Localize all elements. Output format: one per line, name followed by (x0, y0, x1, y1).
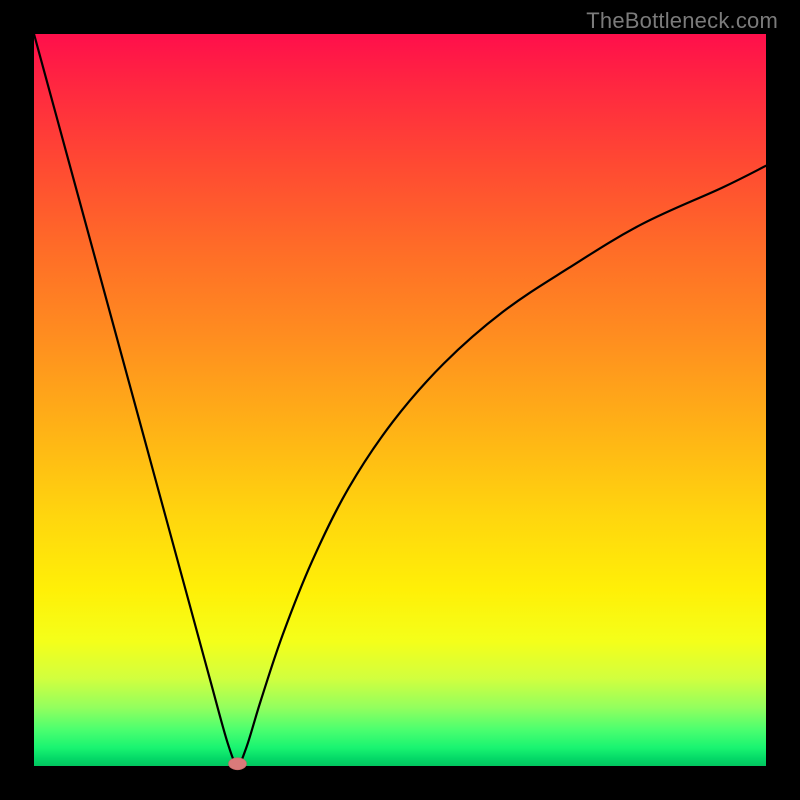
plot-area (34, 34, 766, 766)
watermark-text: TheBottleneck.com (586, 8, 778, 34)
minimum-marker (229, 758, 247, 770)
bottleneck-curve (34, 34, 766, 764)
chart-svg (34, 34, 766, 766)
chart-frame: TheBottleneck.com (0, 0, 800, 800)
